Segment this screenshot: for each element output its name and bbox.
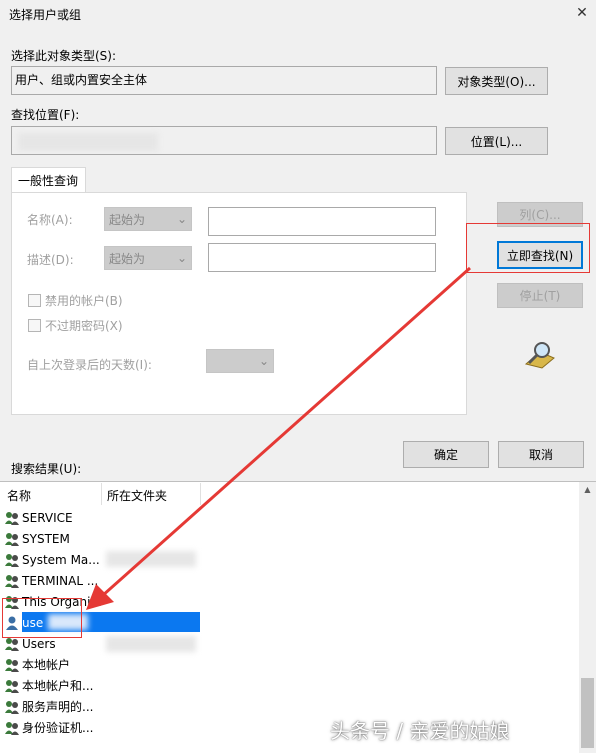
results-scrollbar[interactable]: ▲ (579, 482, 596, 753)
scrollbar-thumb[interactable] (581, 678, 594, 748)
watermark-text: 头条号 / 亲爱的姑娘 (330, 719, 510, 743)
scroll-up-icon[interactable]: ▲ (579, 482, 596, 498)
annotation-arrow (86, 266, 471, 610)
